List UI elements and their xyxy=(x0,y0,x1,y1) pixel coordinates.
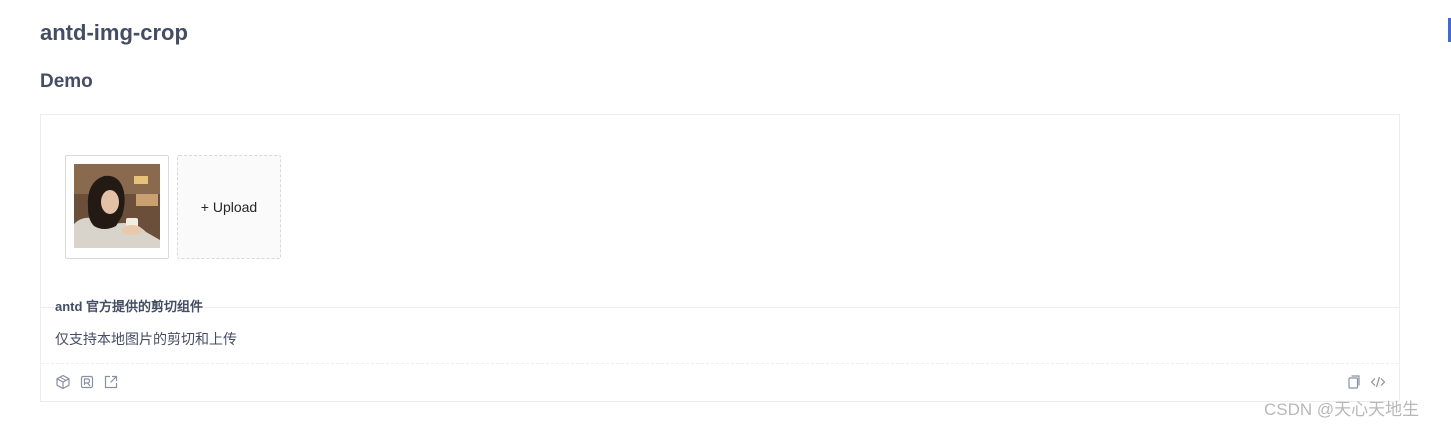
demo-description-text: 仅支持本地图片的剪切和上传 xyxy=(55,331,237,347)
uploaded-image-item[interactable] xyxy=(65,155,169,259)
upload-button[interactable]: + Upload xyxy=(177,155,281,259)
section-title: Demo xyxy=(40,71,93,92)
show-code-icon[interactable] xyxy=(1370,374,1386,390)
copy-icon[interactable] xyxy=(1346,374,1362,390)
actions-divider xyxy=(41,363,1399,364)
description-divider xyxy=(41,307,1399,308)
demo-preview: + Upload xyxy=(65,155,281,259)
uploaded-image-thumbnail xyxy=(74,164,160,248)
demo-actions-right xyxy=(1346,374,1386,390)
demo-actions-left xyxy=(55,374,119,390)
demo-description-title: antd 官方提供的剪切组件 xyxy=(55,299,206,315)
demo-container: + Upload antd 官方提供的剪切组件 仅支持本地图片的剪切和上传 xyxy=(40,114,1400,402)
csdn-watermark: CSDN @天心天地生 xyxy=(1264,400,1420,419)
open-in-new-window-icon[interactable] xyxy=(103,374,119,390)
codesandbox-icon[interactable] xyxy=(55,374,71,390)
codepen-icon[interactable] xyxy=(79,374,95,390)
page-title: antd-img-crop xyxy=(40,20,188,45)
